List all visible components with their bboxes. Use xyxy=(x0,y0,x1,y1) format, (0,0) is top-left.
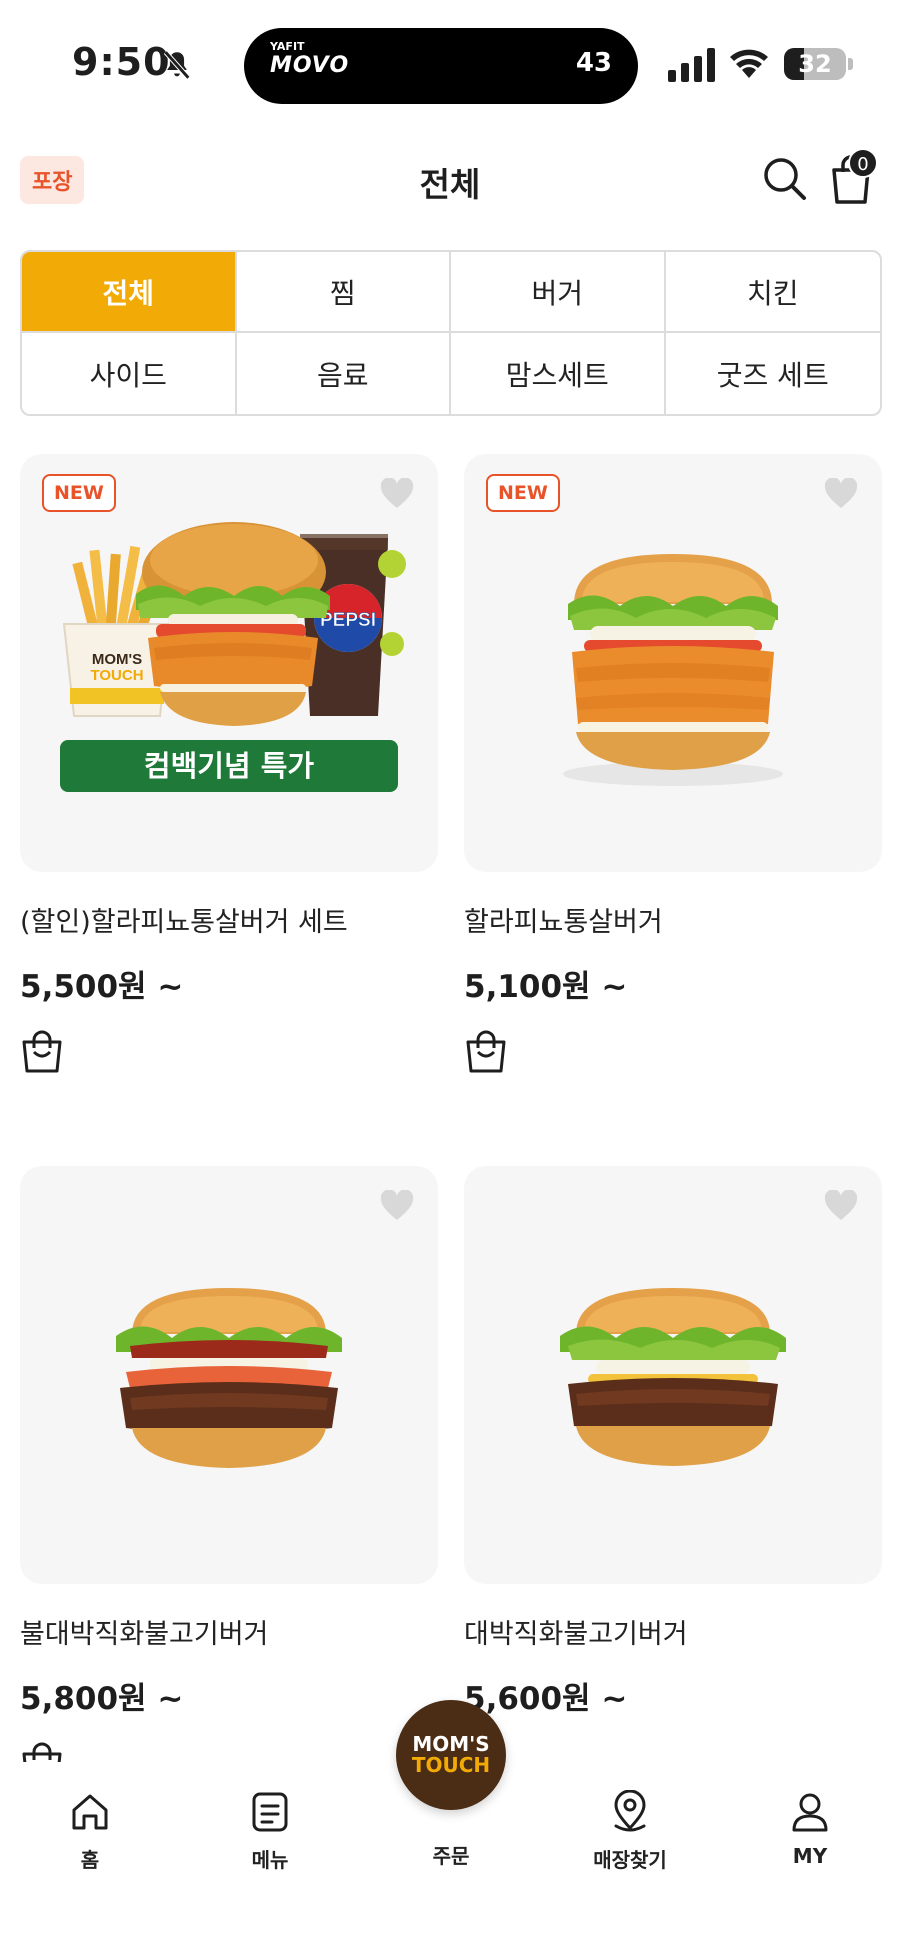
brand-logo-line2: TOUCH xyxy=(411,1753,491,1777)
heart-icon[interactable] xyxy=(824,478,858,510)
product-image[interactable]: NEW xyxy=(464,454,882,872)
nav-home[interactable]: 홈 xyxy=(30,1790,150,1873)
category-tab[interactable]: 맘스세트 xyxy=(451,333,666,414)
category-tab[interactable]: 전체 xyxy=(22,252,237,333)
bulgogi-burger-image xyxy=(560,1288,786,1466)
bag-label-top: MOM'S xyxy=(92,651,142,668)
heart-icon[interactable] xyxy=(824,1190,858,1222)
nav-menu-label: 메뉴 xyxy=(251,1848,289,1872)
bell-muted-icon xyxy=(163,50,191,80)
wifi-icon xyxy=(730,49,768,78)
product-card[interactable]: 불대박직화불고기버거 5,800원 ~ xyxy=(20,1166,438,1790)
product-card[interactable]: NEW 할라피뇨통살버거 5,100원 ~ xyxy=(464,454,882,1078)
category-tab[interactable]: 음료 xyxy=(237,333,451,414)
product-image[interactable] xyxy=(464,1166,882,1584)
user-icon xyxy=(792,1793,828,1832)
battery-cap xyxy=(848,58,853,70)
product-name: (할인)할라피뇨통살버거 세트 xyxy=(20,907,348,938)
burger-set-image: MOM'S TOUCH PEPSI xyxy=(62,522,406,726)
category-tab[interactable]: 치킨 xyxy=(665,252,880,333)
menu-document-icon xyxy=(252,1792,288,1832)
category-tab[interactable]: 버거 xyxy=(451,252,666,333)
product-price: 5,500원 ~ xyxy=(20,969,184,1005)
bag-label-bottom: TOUCH xyxy=(90,667,143,684)
product-name: 불대박직화불고기버거 xyxy=(20,1619,269,1650)
product-price: 5,600원 ~ xyxy=(464,1681,628,1717)
nav-my-label: MY xyxy=(792,1844,828,1868)
battery-level: 32 xyxy=(798,50,832,78)
product-price: 5,800원 ~ xyxy=(20,1681,184,1717)
new-badge: NEW xyxy=(42,474,116,512)
nav-menu[interactable]: 메뉴 xyxy=(210,1790,330,1873)
island-app-name-small: YAFIT xyxy=(270,40,305,53)
product-price: 5,100원 ~ xyxy=(464,969,628,1005)
shopping-bag-icon[interactable] xyxy=(20,1026,64,1074)
status-bar: 9:50 YAFIT MOVO 43 32 xyxy=(0,0,900,120)
nav-order-label: 주문 xyxy=(432,1844,470,1868)
brand-logo-line1: MOM'S xyxy=(412,1732,490,1756)
status-time: 9:50 xyxy=(72,40,171,84)
island-app-name: MOVO xyxy=(270,53,350,79)
order-logo-button[interactable]: MOM'S TOUCH xyxy=(396,1700,506,1810)
product-image[interactable] xyxy=(20,1166,438,1584)
island-app-logo: YAFIT MOVO xyxy=(270,40,349,80)
island-count: 43 xyxy=(575,48,612,78)
chicken-burger-image xyxy=(563,554,783,786)
category-tab[interactable]: 사이드 xyxy=(22,333,237,414)
promo-banner: 컴백기념 특가 xyxy=(60,740,398,792)
category-tabs: 전체 찜 버거 치킨 사이드 음료 맘스세트 굿즈 세트 xyxy=(20,250,882,416)
product-card[interactable]: MOM'S TOUCH PEPSI NEW 컴백기념 특가 (할인)할라피뇨통살… xyxy=(20,454,438,1078)
category-tab[interactable]: 찜 xyxy=(236,252,451,333)
nav-store-finder[interactable]: 매장찾기 xyxy=(570,1790,690,1873)
product-name: 할라피뇨통살버거 xyxy=(464,907,663,938)
location-pin-icon xyxy=(614,1790,646,1832)
spicy-bulgogi-burger-image xyxy=(116,1288,342,1468)
product-card[interactable]: 대박직화불고기버거 5,600원 ~ xyxy=(464,1166,882,1718)
new-badge: NEW xyxy=(486,474,560,512)
heart-icon[interactable] xyxy=(380,1190,414,1222)
heart-icon[interactable] xyxy=(380,478,414,510)
nav-store-finder-label: 매장찾기 xyxy=(593,1848,667,1872)
app-header: 포장 전체 0 xyxy=(0,140,900,220)
search-icon[interactable] xyxy=(760,154,808,202)
nav-my[interactable]: MY xyxy=(750,1790,870,1868)
home-icon xyxy=(72,1794,108,1830)
cellular-signal-icon xyxy=(668,48,715,82)
category-tab[interactable]: 굿즈 세트 xyxy=(666,333,881,414)
cart-count-badge: 0 xyxy=(848,148,878,178)
battery-icon: 32 xyxy=(784,48,846,80)
product-name: 대박직화불고기버거 xyxy=(464,1619,688,1650)
shopping-bag-icon[interactable] xyxy=(464,1026,508,1074)
cup-brand: PEPSI xyxy=(320,610,376,631)
dynamic-island: YAFIT MOVO 43 xyxy=(244,28,638,104)
nav-home-label: 홈 xyxy=(80,1848,100,1872)
product-image[interactable]: MOM'S TOUCH PEPSI NEW 컴백기념 특가 xyxy=(20,454,438,872)
